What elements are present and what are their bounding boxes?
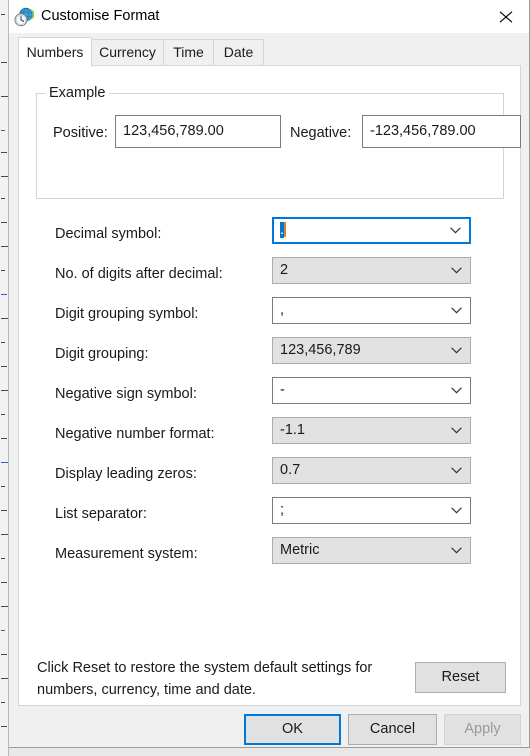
customise-format-dialog: Customise Format Numbers Currency Time D… bbox=[9, 0, 530, 748]
combo-digit-grouping-symbol-value: , bbox=[280, 302, 285, 318]
chevron-down-icon[interactable] bbox=[449, 338, 463, 363]
label-decimal-symbol: Decimal symbol: bbox=[55, 226, 162, 242]
combo-decimal-symbol-value: . bbox=[280, 219, 443, 242]
label-digit-grouping-symbol: Digit grouping symbol: bbox=[55, 306, 199, 322]
reset-description: Click Reset to restore the system defaul… bbox=[37, 660, 373, 698]
close-icon[interactable] bbox=[483, 0, 529, 33]
positive-label: Positive: bbox=[53, 125, 108, 141]
positive-example-value: 123,456,789.00 bbox=[115, 115, 281, 148]
chevron-down-icon[interactable] bbox=[449, 498, 463, 523]
combo-negative-sign-symbol-value: - bbox=[280, 382, 285, 398]
cancel-button-label: Cancel bbox=[369, 721, 416, 737]
chevron-down-icon[interactable] bbox=[448, 219, 462, 242]
label-digit-grouping: Digit grouping: bbox=[55, 346, 149, 362]
tab-strip: Numbers Currency Time Date bbox=[18, 37, 521, 67]
tab-date[interactable]: Date bbox=[213, 39, 264, 66]
ok-button-label: OK bbox=[282, 721, 303, 737]
label-negative-number-format: Negative number format: bbox=[55, 426, 215, 442]
label-display-leading-zeros: Display leading zeros: bbox=[55, 466, 197, 482]
example-group-label: Example bbox=[45, 84, 110, 103]
negative-label: Negative: bbox=[290, 125, 352, 141]
cancel-button[interactable]: Cancel bbox=[348, 714, 437, 745]
reset-button-label: Reset bbox=[441, 669, 480, 685]
tab-time[interactable]: Time bbox=[163, 39, 214, 66]
title-bar: Customise Format bbox=[9, 0, 529, 33]
tab-date-label: Date bbox=[223, 44, 254, 60]
chevron-down-icon[interactable] bbox=[449, 458, 463, 483]
label-list-separator: List separator: bbox=[55, 506, 147, 522]
tab-numbers-label: Numbers bbox=[26, 44, 84, 60]
chevron-down-icon[interactable] bbox=[449, 378, 463, 403]
combo-measurement-system[interactable]: Metric bbox=[272, 537, 471, 564]
chevron-down-icon[interactable] bbox=[449, 418, 463, 443]
numbers-tab-page: Example Positive: 123,456,789.00 Negativ… bbox=[18, 65, 521, 706]
tab-numbers[interactable]: Numbers bbox=[18, 37, 92, 67]
combo-list-separator[interactable]: ; bbox=[272, 497, 471, 524]
tab-currency-label: Currency bbox=[99, 44, 156, 60]
apply-button: Apply bbox=[444, 714, 521, 745]
label-measurement-system: Measurement system: bbox=[55, 546, 198, 562]
chevron-down-icon[interactable] bbox=[449, 258, 463, 283]
combo-digit-grouping-value: 123,456,789 bbox=[280, 342, 361, 358]
globe-clock-icon bbox=[14, 7, 35, 27]
combo-display-leading-zeros-value: 0.7 bbox=[280, 462, 301, 478]
tab-time-label: Time bbox=[173, 44, 204, 60]
chevron-down-icon[interactable] bbox=[449, 298, 463, 323]
combo-digits-after-decimal[interactable]: 2 bbox=[272, 257, 471, 284]
apply-button-label: Apply bbox=[464, 721, 501, 737]
example-group-box: Example Positive: 123,456,789.00 Negativ… bbox=[36, 84, 521, 199]
combo-digit-grouping-symbol[interactable]: , bbox=[272, 297, 471, 324]
combo-display-leading-zeros[interactable]: 0.7 bbox=[272, 457, 471, 484]
text-caret bbox=[284, 222, 287, 237]
combo-negative-sign-symbol[interactable]: - bbox=[272, 377, 471, 404]
combo-decimal-symbol[interactable]: . bbox=[272, 217, 471, 244]
window-title: Customise Format bbox=[41, 8, 160, 24]
label-negative-sign-symbol: Negative sign symbol: bbox=[55, 386, 197, 402]
combo-digit-grouping[interactable]: 123,456,789 bbox=[272, 337, 471, 364]
combo-digits-after-decimal-value: 2 bbox=[280, 262, 289, 278]
background-window-sliver bbox=[0, 0, 9, 756]
ok-button[interactable]: OK bbox=[244, 714, 341, 745]
label-digits-after-decimal: No. of digits after decimal: bbox=[55, 266, 223, 282]
combo-negative-number-format[interactable]: -1.1 bbox=[272, 417, 471, 444]
tab-currency[interactable]: Currency bbox=[91, 39, 164, 66]
reset-button[interactable]: Reset bbox=[415, 662, 506, 693]
combo-list-separator-value: ; bbox=[280, 502, 285, 518]
negative-example-value: -123,456,789.00 bbox=[362, 115, 521, 148]
combo-negative-number-format-value: -1.1 bbox=[280, 422, 305, 438]
chevron-down-icon[interactable] bbox=[449, 538, 463, 563]
combo-measurement-system-value: Metric bbox=[280, 542, 320, 558]
